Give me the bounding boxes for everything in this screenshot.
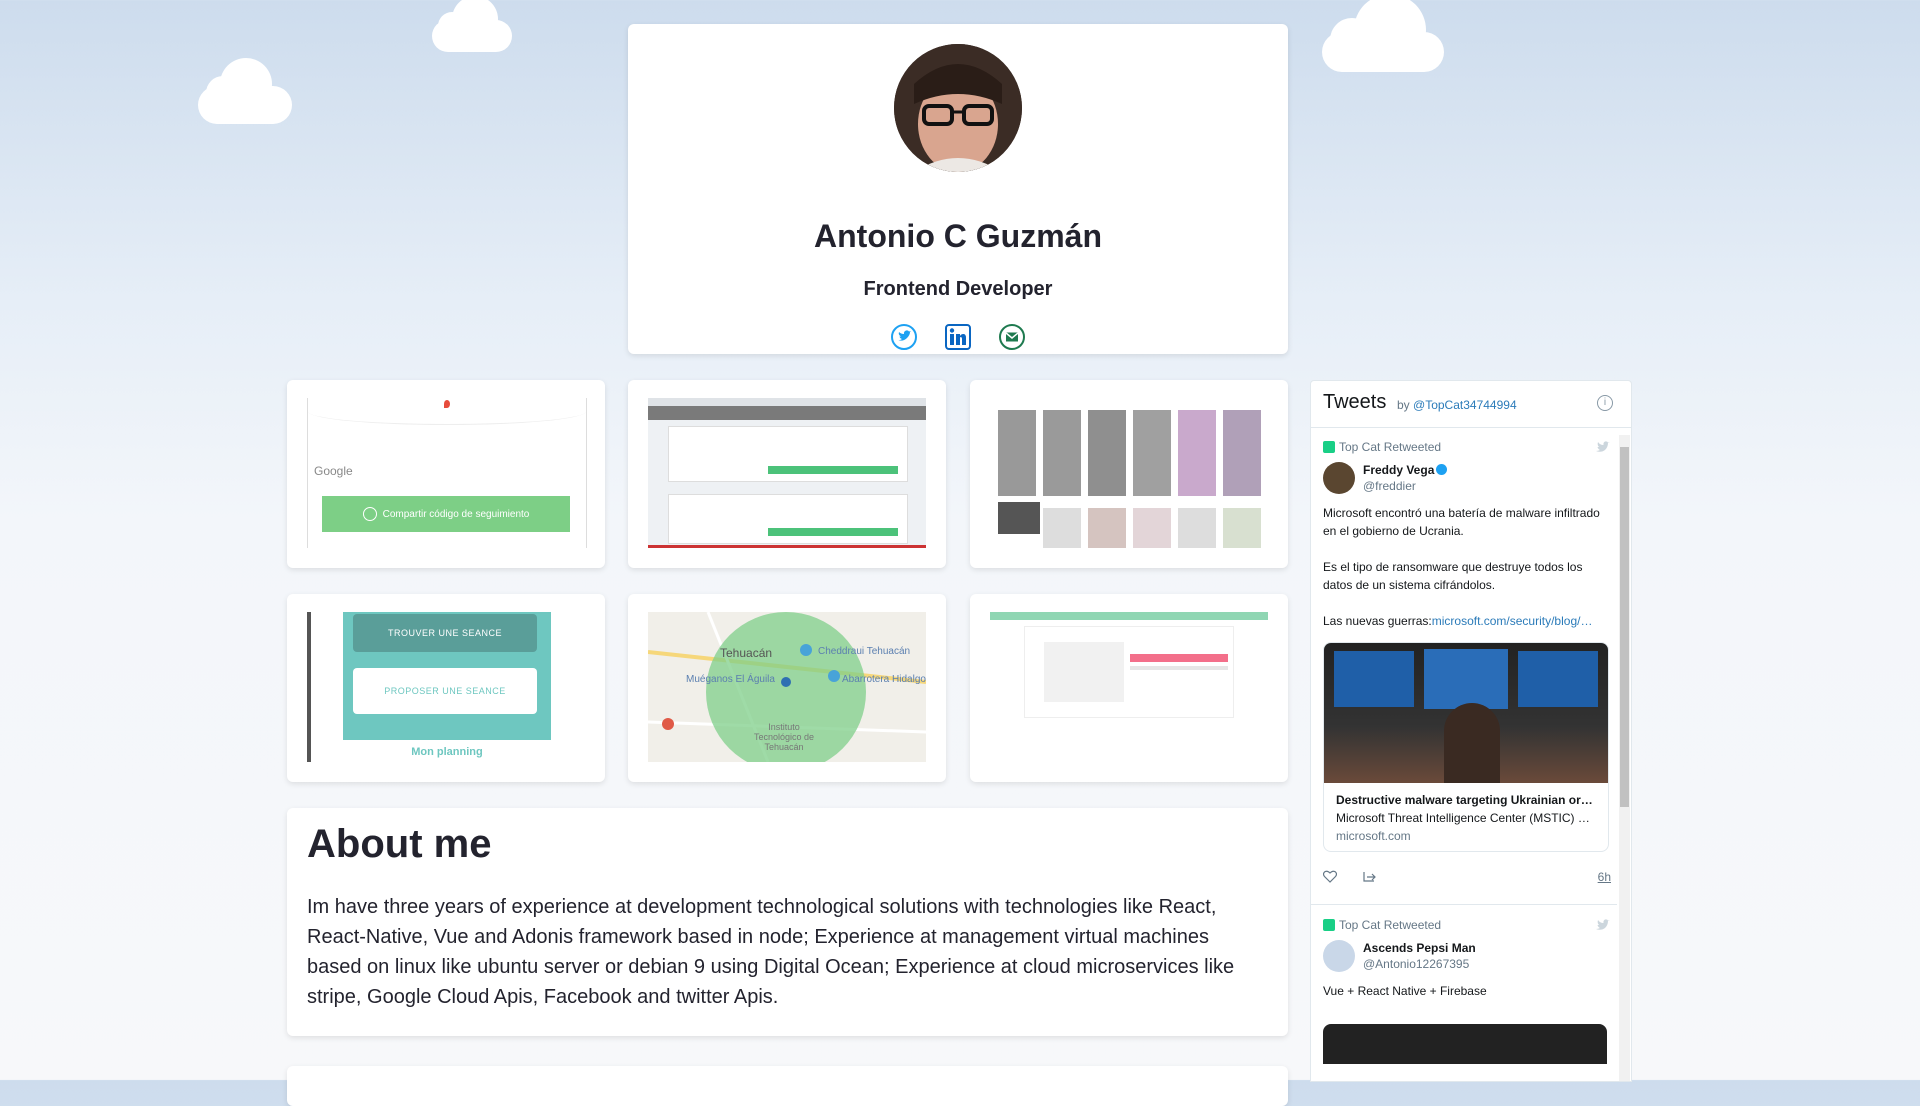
cloud-decoration [198, 58, 292, 124]
profile-role: Frontend Developer [863, 278, 1053, 300]
propose-seance-button: PROPOSER UNE SEANCE [353, 668, 537, 714]
tweet-divider [1311, 904, 1617, 905]
email-icon[interactable] [999, 324, 1025, 350]
twitter-icon[interactable] [891, 324, 917, 350]
project-thumbnail[interactable] [970, 380, 1288, 568]
tweet[interactable]: Top Cat Retweeted Ascends Pepsi Man @Ant… [1323, 918, 1611, 1064]
like-icon[interactable] [1323, 870, 1337, 883]
info-icon[interactable]: i [1597, 395, 1613, 411]
image-gallery-screenshot [990, 398, 1268, 548]
timeline-by: by @TopCat34744994 [1397, 398, 1517, 412]
map-label: Abarrotera Hidalgo [842, 674, 926, 685]
find-seance-button: TROUVER UNE SEANCE [353, 614, 537, 652]
cloud-decoration [432, 0, 512, 52]
next-section-card [287, 1066, 1288, 1106]
google-logo: Google [314, 464, 353, 478]
tweet-time[interactable]: 6h [1598, 870, 1611, 884]
twitter-bird-icon [1596, 919, 1610, 930]
project-thumbnail[interactable] [628, 380, 946, 568]
map-label: Muéganos El Águila [686, 674, 775, 685]
tweet[interactable]: Top Cat Retweeted Freddy Vega @freddier … [1323, 440, 1611, 886]
retweet-indicator: Top Cat Retweeted [1323, 440, 1611, 454]
profile-name: Antonio C Guzmán [814, 218, 1102, 254]
map-label: Tehuacán [720, 646, 773, 660]
profile-avatar [894, 44, 1022, 172]
about-text: Im have three years of experience at dev… [307, 896, 1235, 1008]
author-avatar[interactable] [1323, 462, 1355, 494]
map-pin-icon [444, 400, 450, 408]
whatsapp-icon [362, 507, 377, 521]
project-thumbnail[interactable]: Google Compartir código de seguimiento [287, 380, 605, 568]
profile-card: Antonio C Guzmán Frontend Developer [628, 24, 1288, 354]
verified-badge-icon [1436, 464, 1448, 475]
timeline-scrollbar[interactable] [1619, 435, 1630, 1081]
dashboard-screenshot [990, 612, 1268, 762]
timeline-body: Top Cat Retweeted Freddy Vega @freddier … [1311, 428, 1617, 1081]
timeline-header: Tweets by @TopCat34744994 i [1311, 381, 1631, 428]
retweet-icon [1323, 919, 1335, 931]
link-preview-card[interactable]: Destructive malware targeting Ukrainian … [1323, 642, 1609, 852]
admin-panel-screenshot [648, 398, 926, 548]
planning-caption: Mon planning [411, 746, 483, 758]
seance-app-screenshot: TROUVER UNE SEANCE PROPOSER UNE SEANCE M… [307, 612, 585, 762]
tweet-author[interactable]: Freddy Vega @freddier [1323, 462, 1611, 494]
map-label: Instituto Tecnológico de Tehuacán [753, 722, 815, 752]
linkedin-icon[interactable] [945, 324, 971, 350]
project-thumbnail[interactable]: Tehuacán Cheddraui Tehuacán Muéganos El … [628, 594, 946, 782]
about-title: About me [307, 822, 492, 866]
map-label: Cheddraui Tehuacán [818, 646, 911, 657]
tweet-actions: 6h [1323, 868, 1611, 886]
social-links [628, 324, 1288, 350]
share-icon[interactable] [1363, 870, 1377, 883]
tweet-text: Microsoft encontró una batería de malwar… [1323, 506, 1600, 628]
project-thumbnail[interactable] [970, 594, 1288, 782]
author-avatar[interactable] [1323, 940, 1355, 972]
whatsapp-tracking-screenshot: Google Compartir código de seguimiento [307, 398, 587, 548]
link-preview-image [1324, 643, 1608, 783]
tweet-link[interactable]: microsoft.com/security/blog/… [1432, 614, 1593, 628]
twitter-timeline: Tweets by @TopCat34744994 i Top Cat Retw… [1310, 380, 1632, 1082]
map-screenshot: Tehuacán Cheddraui Tehuacán Muéganos El … [648, 612, 926, 762]
retweet-icon [1323, 441, 1335, 453]
project-thumbnail[interactable]: TROUVER UNE SEANCE PROPOSER UNE SEANCE M… [287, 594, 605, 782]
tweet-media[interactable] [1323, 1024, 1607, 1064]
cloud-decoration [1322, 0, 1444, 72]
tweet-author[interactable]: Ascends Pepsi Man @Antonio12267395 [1323, 940, 1611, 972]
timeline-handle-link[interactable]: @TopCat34744994 [1413, 398, 1517, 412]
share-tracking-button: Compartir código de seguimiento [322, 496, 570, 532]
timeline-title: Tweets [1323, 391, 1387, 413]
twitter-bird-icon [1596, 441, 1610, 452]
tweet-text: Vue + React Native + Firebase [1323, 984, 1487, 998]
retweet-indicator: Top Cat Retweeted [1323, 918, 1611, 932]
scrollbar-thumb[interactable] [1620, 447, 1629, 807]
about-section: About me Im have three years of experien… [287, 808, 1288, 1036]
